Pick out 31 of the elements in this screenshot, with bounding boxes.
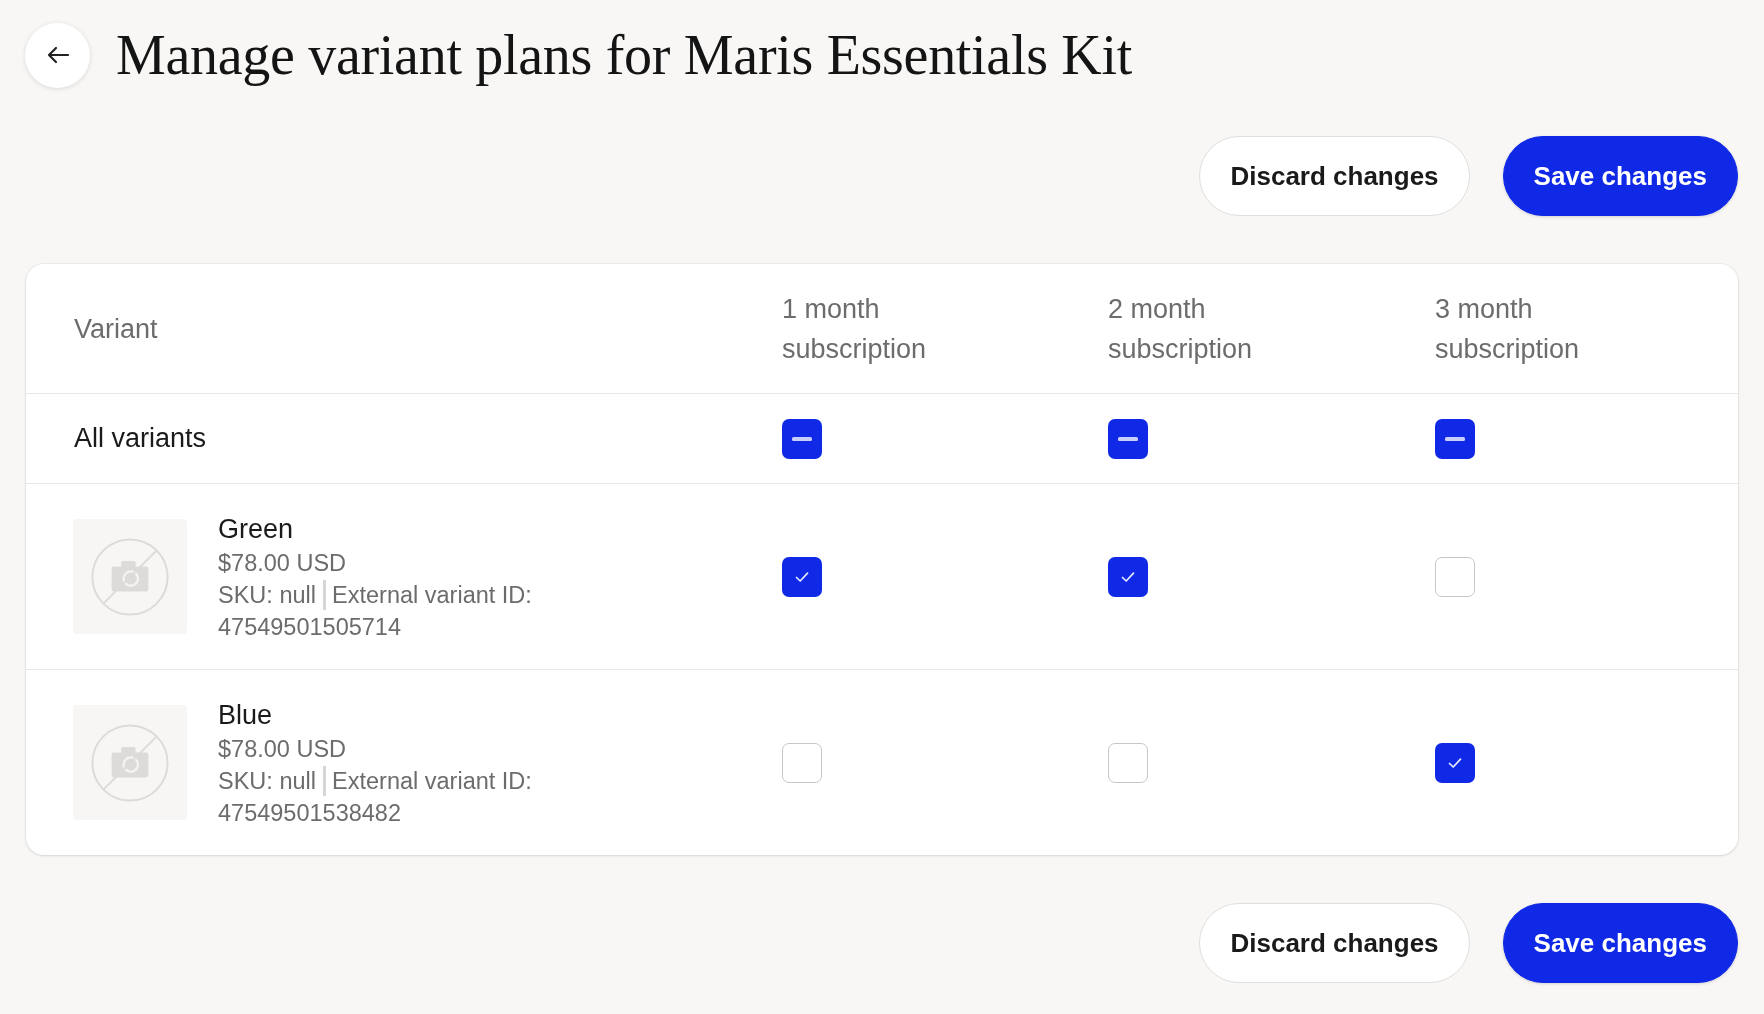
checkbox[interactable] (782, 742, 822, 783)
page-title: Manage variant plans for Maris Essentials Kit (116, 23, 1133, 88)
checkbox[interactable] (1435, 742, 1475, 783)
checkbox[interactable] (782, 556, 822, 597)
column-header: 3 month subscription (1435, 292, 1581, 366)
minus-icon (1118, 436, 1138, 441)
checkbox[interactable] (1108, 742, 1148, 783)
no-photo-icon (90, 536, 170, 617)
discard-button[interactable]: Discard changes (1199, 903, 1470, 983)
back-arrow-icon (45, 45, 70, 65)
save-button[interactable]: Save changes (1502, 903, 1738, 983)
checkbox[interactable] (1435, 556, 1475, 597)
column-header: 1 month subscription (782, 292, 928, 366)
checkbox[interactable] (1108, 556, 1148, 597)
minus-icon (1445, 436, 1465, 441)
checkbox[interactable] (782, 418, 822, 459)
variant-name: Green (218, 512, 295, 546)
checkbox[interactable] (1108, 418, 1148, 459)
minus-icon (792, 436, 812, 441)
variant-details: SKU: null External variant ID: 47549501538482 (218, 764, 533, 828)
save-button[interactable]: Save changes (1502, 136, 1738, 216)
variant-details: SKU: null External variant ID: 47549501505714 (218, 578, 533, 642)
column-header: Variant (74, 313, 158, 344)
discard-button[interactable]: Discard changes (1199, 136, 1470, 216)
variant-price: $78.00 USD (218, 734, 348, 764)
row-label: All variants (74, 423, 207, 453)
variant-name: Blue (218, 698, 274, 732)
checkbox[interactable] (1435, 418, 1475, 459)
column-header: 2 month subscription (1108, 292, 1254, 366)
variant-price: $78.00 USD (218, 548, 348, 578)
no-photo-icon (90, 722, 170, 803)
